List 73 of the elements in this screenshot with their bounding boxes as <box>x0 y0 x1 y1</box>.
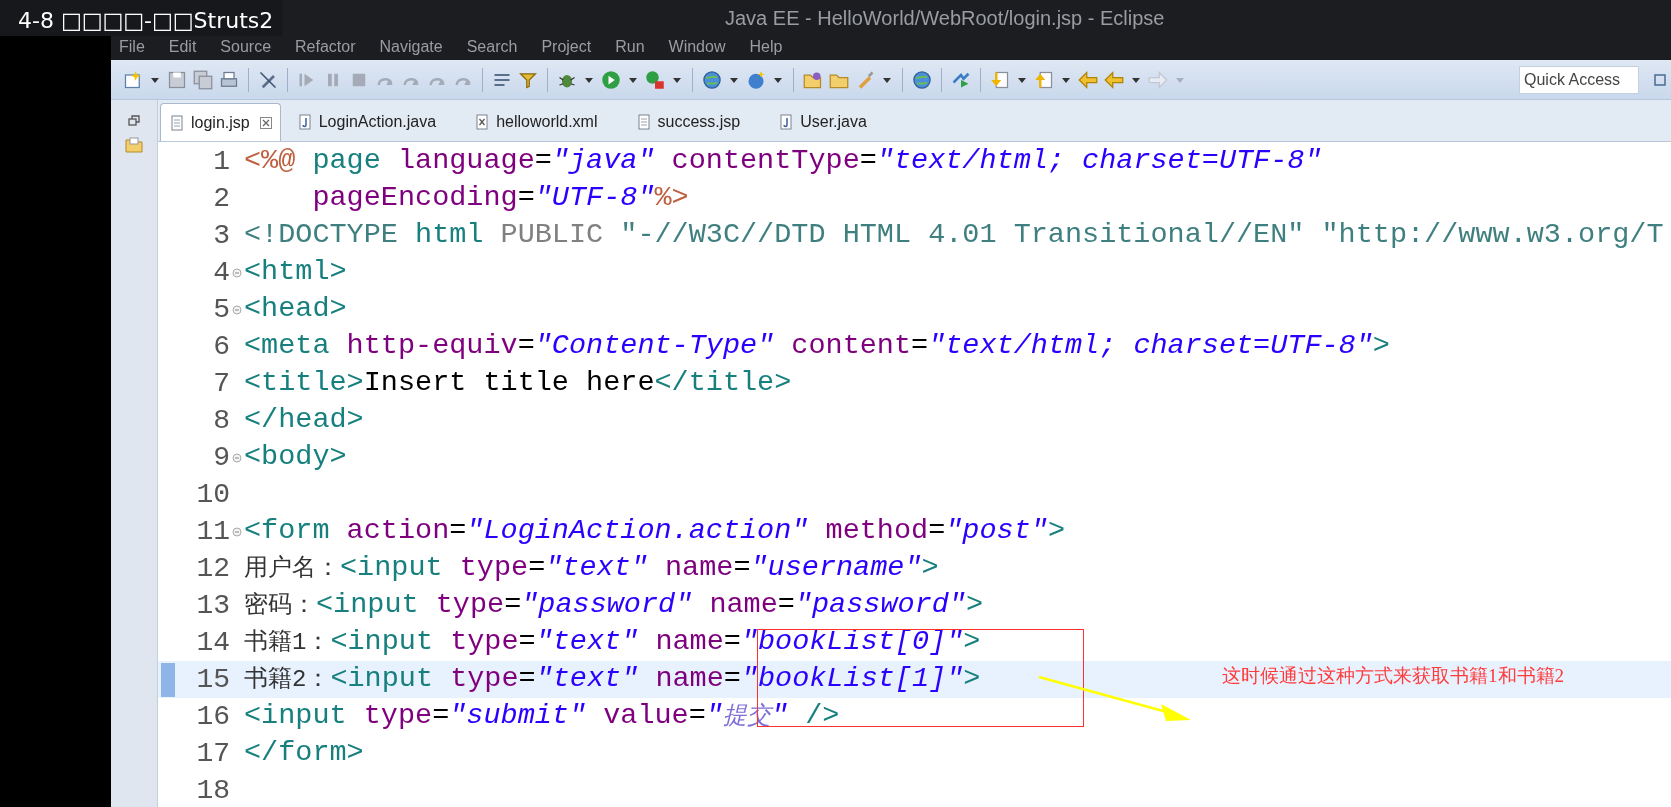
line-number: 16 <box>196 700 230 732</box>
line-number: 2 <box>213 182 230 214</box>
code-line: <%@ page language="java" contentType="text/html; charset=UTF-8" <box>244 143 1322 180</box>
editor-tab[interactable]: helloworld.xml <box>466 103 606 141</box>
fold-icon[interactable] <box>232 267 242 278</box>
line-number: 5 <box>213 293 230 325</box>
arrow-left-icon[interactable] <box>1078 69 1098 90</box>
down-doc-icon[interactable] <box>990 69 1010 90</box>
menu-item[interactable]: Help <box>749 35 783 59</box>
code-line: 密码：<input type="password" name="password"> <box>244 587 984 624</box>
code-line: <html> <box>244 254 347 291</box>
line-number: 14 <box>196 626 230 658</box>
code-line: <!DOCTYPE html PUBLIC "-//W3C//DTD HTML 4.01 Transitional//EN" "http://www.w3.org/T <box>244 217 1664 254</box>
menu-item[interactable]: File <box>119 35 145 59</box>
menu-item[interactable]: Navigate <box>379 35 443 59</box>
file-icon <box>296 114 313 130</box>
line-number: 6 <box>213 330 230 362</box>
restore-icon[interactable] <box>127 114 141 128</box>
globe-icon[interactable] <box>912 69 932 90</box>
folder-icon[interactable] <box>124 136 144 154</box>
file-icon <box>169 114 185 131</box>
line-number: 4 <box>213 256 230 288</box>
code-line: </form> <box>244 735 364 772</box>
editor-tab[interactable]: User.java <box>770 103 875 141</box>
arrow-left-icon[interactable] <box>1104 69 1124 90</box>
editor-tab[interactable]: login.jsp <box>160 103 281 141</box>
code-line: <form action="LoginAction.action" method="post"> <box>244 513 1065 550</box>
code-line: <body> <box>244 439 347 476</box>
file-icon <box>635 114 652 130</box>
fold-icon[interactable] <box>232 526 242 537</box>
menu-item[interactable]: Window <box>668 35 726 59</box>
line-number: 15 <box>196 663 230 695</box>
fold-icon[interactable] <box>232 452 242 463</box>
close-icon[interactable] <box>259 116 272 129</box>
menu-item[interactable]: Edit <box>168 35 197 59</box>
menu-item[interactable]: Run <box>615 35 645 59</box>
menu-item[interactable]: Search <box>466 35 518 59</box>
disks-icon[interactable] <box>193 69 213 90</box>
line-number: 1 <box>213 145 230 177</box>
line-number: 10 <box>196 478 230 510</box>
editor-tab[interactable]: success.jsp <box>627 103 749 141</box>
menu-item[interactable]: Project <box>541 35 592 59</box>
globe-icon[interactable] <box>702 69 722 90</box>
code-line: <meta http-equiv="Content-Type" content="text/html; charset=UTF-8"> <box>244 328 1390 365</box>
editor-tab[interactable]: LoginAction.java <box>288 103 445 141</box>
line-number: 17 <box>196 737 230 769</box>
annotation-text: 这时候通过这种方式来获取书籍1和书籍2 <box>1222 664 1564 688</box>
code-line: pageEncoding="UTF-8"%> <box>311 180 689 217</box>
code-line: 用户名：<input type="text" name="username"> <box>244 550 939 587</box>
code-line: <title>Insert title here</title> <box>244 365 792 402</box>
line-number: 9 <box>213 441 230 473</box>
line-number: 13 <box>196 589 230 621</box>
new-file-icon[interactable] <box>123 69 143 90</box>
up-doc-icon[interactable] <box>1034 69 1054 90</box>
code-line: <head> <box>244 291 347 328</box>
line-number: 12 <box>196 552 230 584</box>
file-icon <box>778 114 795 130</box>
file-icon <box>474 114 491 130</box>
fold-icon[interactable] <box>232 304 242 315</box>
line-number: 3 <box>213 219 230 251</box>
line-number: 11 <box>196 515 230 547</box>
printer-icon[interactable] <box>219 69 239 90</box>
line-number: 7 <box>213 367 230 399</box>
quick-access-field[interactable]: Quick Access <box>1519 65 1639 94</box>
video-title: 4-8 □□□□-□□Struts2 <box>0 0 284 36</box>
run-icon[interactable] <box>601 69 621 90</box>
line-number: 8 <box>213 404 230 436</box>
window-title: Java EE - HelloWorld/WebRoot/login.jsp - Eclipse <box>725 6 1165 31</box>
menu-item[interactable]: Source <box>220 35 272 59</box>
code-line: </head> <box>244 402 364 439</box>
line-number: 18 <box>196 774 230 806</box>
menu-item[interactable]: Refactor <box>295 35 356 59</box>
run-tool-icon[interactable] <box>645 69 665 90</box>
